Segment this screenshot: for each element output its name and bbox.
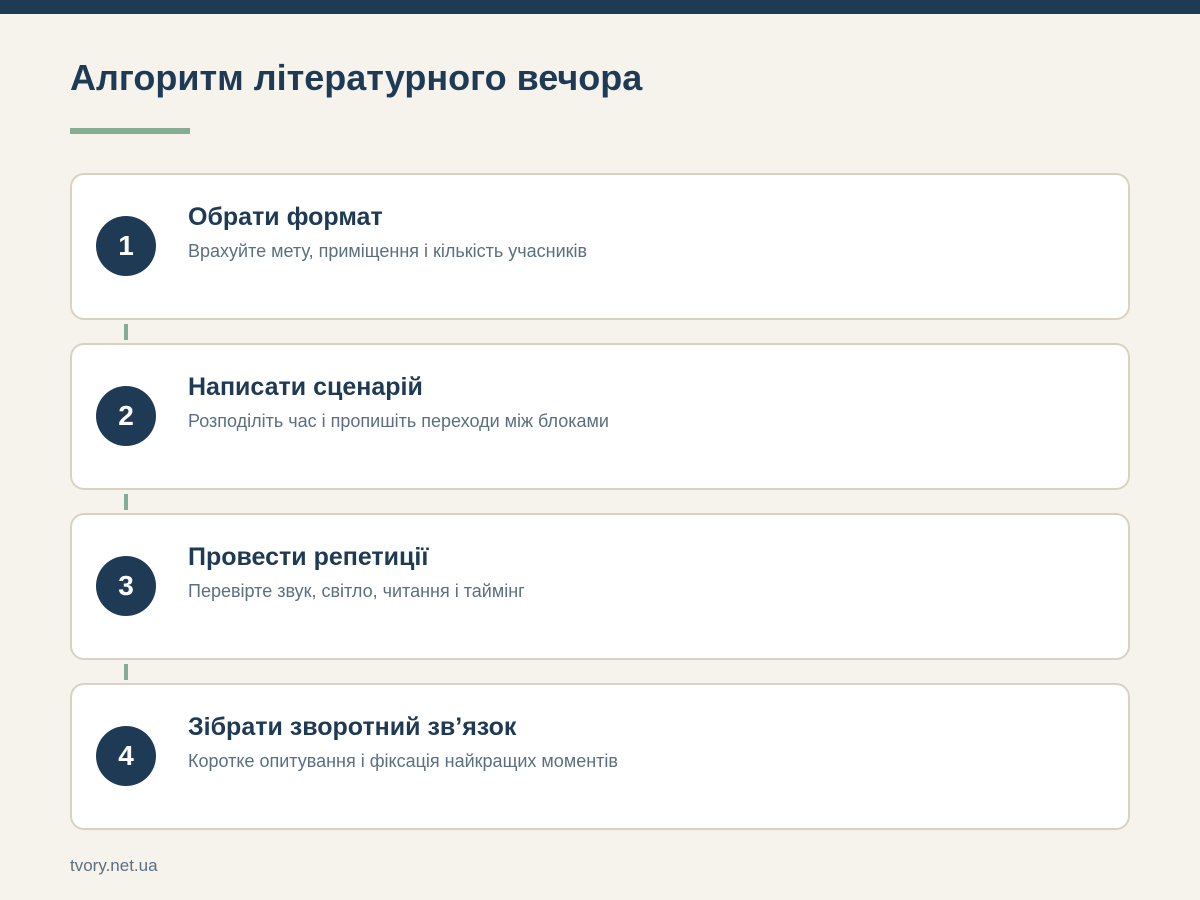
title-underline: [70, 128, 190, 134]
step-card-4: 4 Зібрати зворотний зв’язок Коротке опит…: [70, 683, 1130, 830]
step-connector: [124, 494, 128, 510]
step-card-1: 1 Обрати формат Врахуйте мету, приміщенн…: [70, 173, 1130, 320]
step-card-2: 2 Написати сценарій Розподіліть час і пр…: [70, 343, 1130, 490]
step-connector: [124, 664, 128, 680]
step-title: Провести репетиції: [188, 543, 429, 571]
step-number-badge: 3: [96, 556, 156, 616]
step-number-badge: 1: [96, 216, 156, 276]
step-connector: [124, 324, 128, 340]
step-title: Зібрати зворотний зв’язок: [188, 713, 517, 741]
page-title: Алгоритм літературного вечора: [70, 57, 643, 98]
step-title: Обрати формат: [188, 203, 383, 231]
top-accent-bar: [0, 0, 1200, 14]
footer-source-text: tvory.net.ua: [70, 856, 158, 875]
step-description: Врахуйте мету, приміщення і кількість уч…: [188, 241, 588, 261]
steps-list: 1 Обрати формат Врахуйте мету, приміщенн…: [70, 173, 1130, 830]
step-description: Перевірте звук, світло, читання і таймін…: [188, 581, 525, 601]
step-card-3: 3 Провести репетиції Перевірте звук, сві…: [70, 513, 1130, 660]
step-number-badge: 2: [96, 386, 156, 446]
step-description: Коротке опитування і фіксація найкращих …: [188, 751, 618, 771]
step-title: Написати сценарій: [188, 373, 423, 401]
step-number-badge: 4: [96, 726, 156, 786]
step-description: Розподіліть час і пропишіть переходи між…: [188, 411, 609, 431]
